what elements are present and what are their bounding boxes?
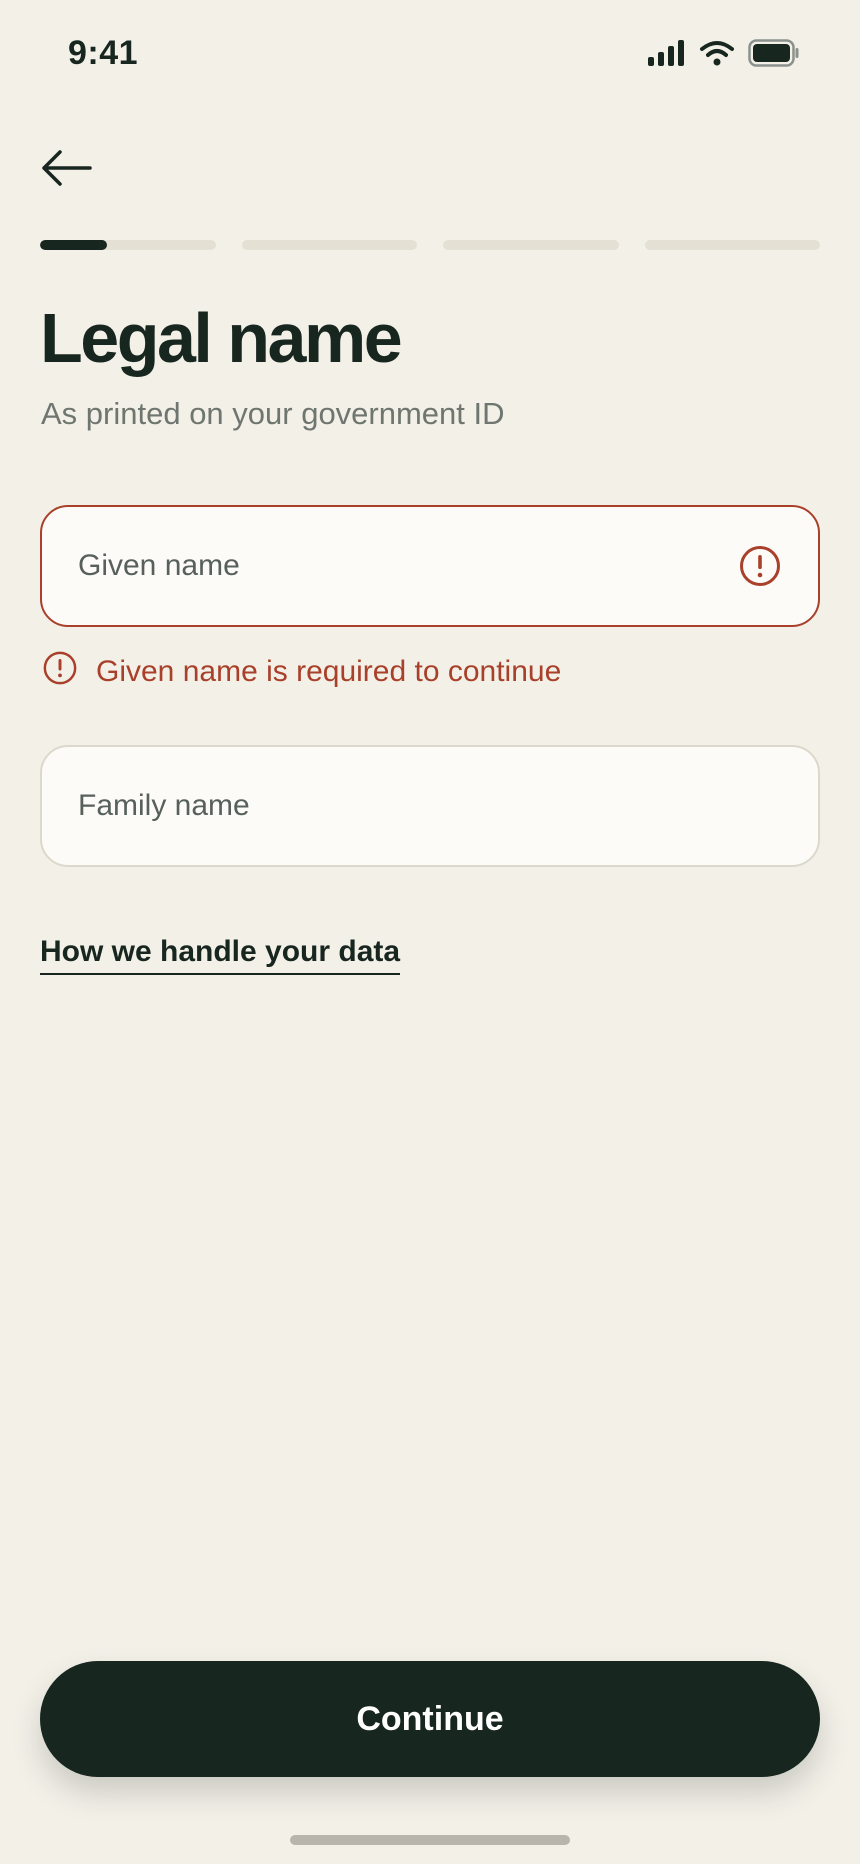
family-name-field[interactable] (40, 745, 820, 867)
given-name-error: Given name is required to continue (42, 650, 561, 694)
data-handling-link[interactable]: How we handle your data (40, 935, 401, 975)
battery-icon (748, 38, 800, 72)
page-subtitle: As printed on your government ID (41, 396, 505, 431)
status-icons (648, 38, 800, 72)
home-indicator (290, 1835, 570, 1845)
status-time: 9:41 (68, 34, 139, 72)
page-title: Legal name (40, 299, 403, 377)
given-name-field[interactable] (40, 505, 820, 627)
given-name-error-text: Given name is required to continue (96, 655, 562, 688)
progress-step-2 (241, 240, 417, 250)
wifi-icon (700, 40, 734, 71)
signal-icon (648, 39, 686, 71)
status-bar: 9:41 (0, 0, 860, 110)
step-progress-bar (40, 240, 820, 250)
back-button[interactable] (34, 140, 98, 200)
progress-step-3 (443, 240, 619, 250)
progress-step-1-fill (40, 240, 107, 250)
family-name-input[interactable] (78, 789, 782, 823)
arrow-left-icon (40, 148, 92, 193)
alert-circle-icon (42, 650, 78, 694)
continue-button[interactable]: Continue (40, 1661, 820, 1777)
progress-step-1 (40, 240, 216, 250)
alert-circle-icon (738, 544, 782, 588)
given-name-input[interactable] (78, 549, 738, 583)
progress-step-4 (644, 240, 820, 250)
legal-name-screen: 9:41 Legal name As printed on your gover… (0, 0, 860, 1864)
